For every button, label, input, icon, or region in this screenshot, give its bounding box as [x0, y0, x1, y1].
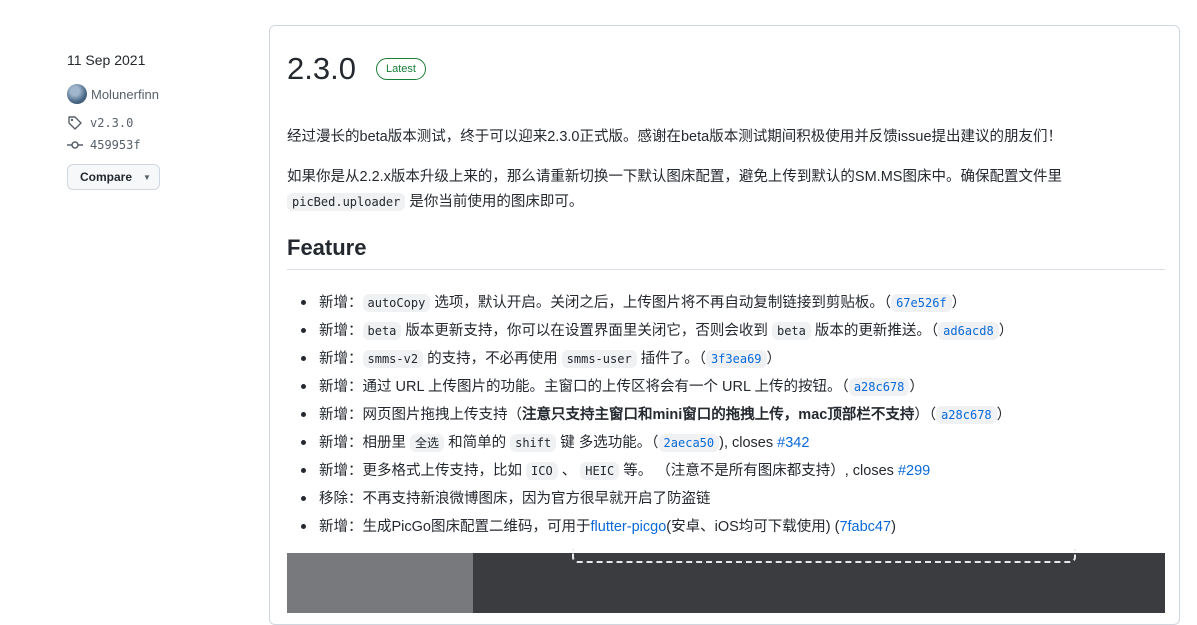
- item-prefix: 新增：: [319, 351, 363, 367]
- latest-badge: Latest: [375, 58, 426, 80]
- inline-code: smms-user: [561, 350, 637, 368]
- item-text: 生成PicGo图床配置二维码，可用于: [362, 519, 591, 535]
- item-text: ）: [996, 407, 1012, 423]
- item-text: 不再支持新浪微博图床，因为官方很早就开启了防盗链: [362, 491, 711, 507]
- issue-link[interactable]: #299: [898, 463, 930, 479]
- list-item: 新增：通过 URL 上传图片的功能。主窗口的上传区将会有一个 URL 上传的按钮…: [301, 373, 1179, 401]
- item-text: 版本的更新推送。（: [810, 323, 939, 339]
- item-text: ), closes: [719, 435, 778, 451]
- commit-sha[interactable]: 459953f: [90, 138, 141, 152]
- inline-code: autoCopy: [362, 294, 431, 312]
- release-header: 2.3.0 Latest: [287, 51, 426, 87]
- list-item: 移除：不再支持新浪微博图床，因为官方很早就开启了防盗链: [301, 485, 1179, 513]
- release-commit[interactable]: 459953f: [67, 137, 141, 153]
- item-text: 选项，默认开启。关闭之后，上传图片将不再自动复制链接到剪贴板。（: [430, 295, 892, 311]
- release-date: 11 Sep 2021: [67, 52, 146, 68]
- item-text: 、: [557, 463, 581, 479]
- release-author[interactable]: Molunerfinn: [67, 84, 159, 104]
- commit-link[interactable]: ad6acd8: [938, 322, 999, 340]
- upgrade-note-line2: picBed.uploader 是你当前使用的图床即可。: [287, 190, 583, 211]
- item-text: 等。 （注意不是所有图床都支持）, closes: [619, 463, 898, 479]
- item-prefix: 移除：: [319, 491, 363, 507]
- item-text: (安卓、iOS均可下载使用) (: [666, 519, 840, 535]
- inline-code: 全选: [410, 434, 445, 452]
- compare-button[interactable]: Compare ▼: [67, 164, 160, 190]
- item-text: 键 多选功能。（: [556, 435, 659, 451]
- feature-list: 新增： autoCopy 选项，默认开启。关闭之后，上传图片将不再自动复制链接到剪…: [287, 289, 1179, 541]
- inline-code: beta: [362, 322, 402, 340]
- item-text: ）: [909, 379, 924, 395]
- upgrade-note-line1: 如果你是从2.2.x版本升级上来的，那么请重新切换一下默认图床配置，避免上传到默…: [287, 169, 1062, 185]
- release-version[interactable]: 2.3.0: [287, 51, 356, 87]
- item-text: ）: [766, 351, 782, 367]
- screenshot-drop-zone: [572, 549, 1076, 563]
- list-item: 新增：网页图片拖拽上传支持（注意只支持主窗口和mini窗口的拖拽上传，mac顶部…: [301, 401, 1179, 429]
- author-name[interactable]: Molunerfinn: [91, 87, 159, 102]
- release-card: 2.3.0 Latest 经过漫长的beta版本测试，终于可以迎来2.3.0正式…: [269, 25, 1180, 625]
- item-prefix: 新增：: [319, 519, 363, 535]
- item-prefix: 新增：: [319, 463, 363, 479]
- release-intro: 经过漫长的beta版本测试，终于可以迎来2.3.0正式版。感谢在beta版本测试…: [287, 129, 1063, 145]
- item-text: 版本更新支持，你可以在设置界面里关闭它，否则会收到: [401, 323, 772, 339]
- item-text: 相册里: [362, 435, 411, 451]
- inline-code: HEIC: [580, 462, 620, 480]
- list-item: 新增： smms-v2 的支持，不必再使用 smms-user 插件了。（ 3f3e…: [301, 345, 1179, 373]
- inline-code: shift: [510, 434, 557, 452]
- repo-link[interactable]: flutter-picgo: [591, 519, 667, 535]
- item-text: ): [891, 519, 896, 535]
- commit-link[interactable]: 3f3ea69: [705, 350, 767, 368]
- inline-code: picBed.uploader: [287, 193, 406, 211]
- item-prefix: 新增：: [319, 295, 363, 311]
- item-prefix: 新增：: [319, 435, 363, 451]
- item-text: 网页图片拖拽上传支持（: [362, 407, 523, 423]
- commit-link[interactable]: a28c678: [848, 378, 910, 396]
- screenshot-left-panel: [287, 553, 473, 613]
- item-prefix: 新增：: [319, 407, 363, 423]
- commit-link[interactable]: 2aeca50: [658, 434, 720, 452]
- item-text: 和简单的: [444, 435, 511, 451]
- item-text: 通过 URL 上传图片的功能。主窗口的上传区将会有一个 URL 上传的按钮。（: [362, 379, 849, 395]
- feature-heading: Feature: [287, 235, 1165, 270]
- list-item: 新增：更多格式上传支持，比如 ICO 、 HEIC 等。 （注意不是所有图床都支…: [301, 457, 1179, 485]
- commit-link[interactable]: 67e526f: [891, 294, 952, 312]
- list-item: 新增： beta 版本更新支持，你可以在设置界面里关闭它，否则会收到 beta 版…: [301, 317, 1179, 345]
- commit-link[interactable]: 7fabc47: [839, 519, 891, 535]
- item-prefix: 新增：: [319, 379, 363, 395]
- item-text: ）: [951, 295, 967, 311]
- issue-link[interactable]: #342: [777, 435, 809, 451]
- commit-link[interactable]: a28c678: [936, 406, 997, 424]
- list-item: 新增： autoCopy 选项，默认开启。关闭之后，上传图片将不再自动复制链接到剪…: [301, 289, 1179, 317]
- inline-code: beta: [771, 322, 811, 340]
- compare-label: Compare: [80, 170, 133, 184]
- release-screenshot-image: [287, 549, 1165, 613]
- item-text: ）: [998, 323, 1014, 339]
- release-tag[interactable]: v2.3.0: [67, 115, 133, 131]
- item-text: 的支持，不必再使用: [423, 351, 562, 367]
- item-text: 更多格式上传支持，比如: [362, 463, 527, 479]
- tag-label[interactable]: v2.3.0: [90, 116, 133, 130]
- list-item: 新增：相册里 全选 和简单的 shift 键 多选功能。（ 2aeca50), c…: [301, 429, 1179, 457]
- upgrade-note-text: 是你当前使用的图床即可。: [405, 194, 584, 210]
- item-text: ）（: [914, 407, 937, 423]
- inline-code: smms-v2: [362, 350, 424, 368]
- caret-down-icon: ▼: [143, 172, 151, 182]
- avatar[interactable]: [67, 84, 87, 104]
- list-item: 新增：生成PicGo图床配置二维码，可用于flutter-picgo(安卓、iO…: [301, 513, 1179, 541]
- item-bold-text: 注意只支持主窗口和mini窗口的拖拽上传，mac顶部栏不支持: [522, 407, 915, 423]
- item-text: 插件了。（: [636, 351, 706, 367]
- item-prefix: 新增：: [319, 323, 363, 339]
- inline-code: ICO: [526, 462, 558, 480]
- commit-icon: [67, 141, 83, 149]
- tag-icon: [68, 116, 82, 130]
